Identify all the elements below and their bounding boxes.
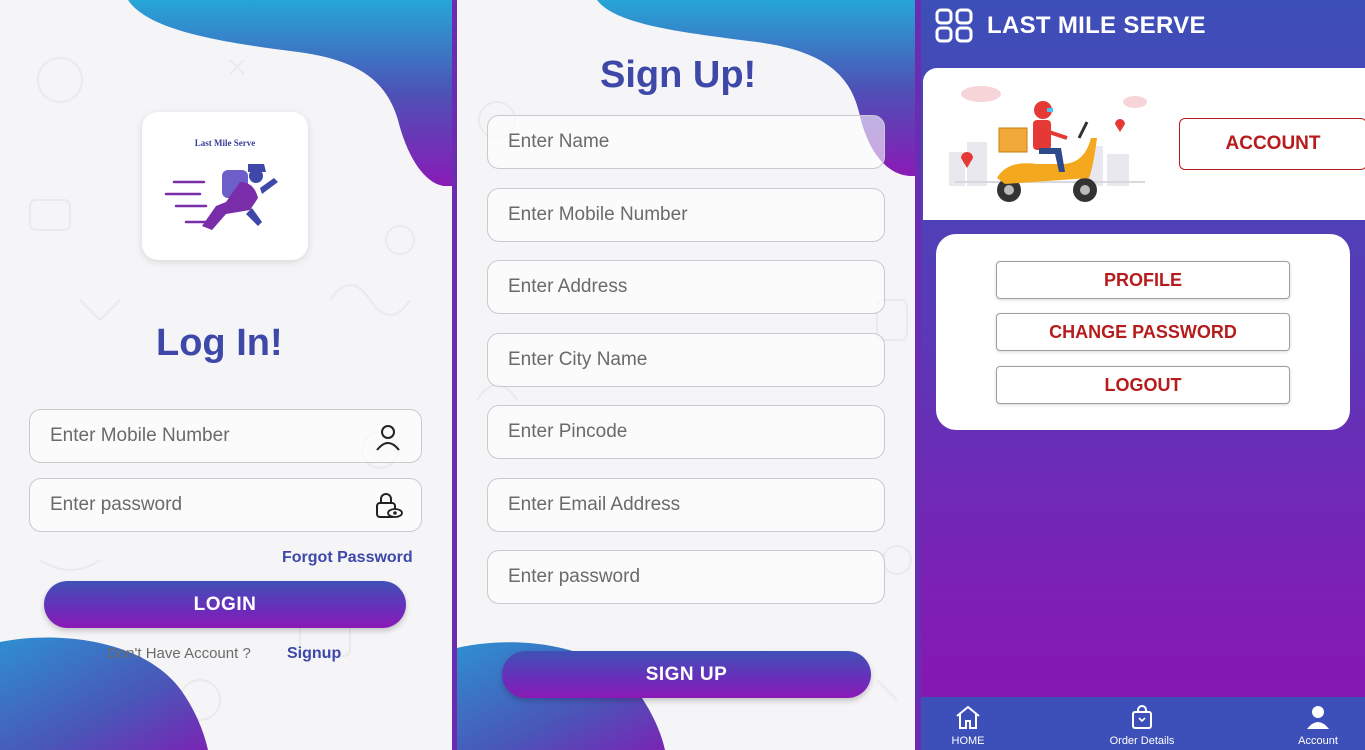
account-menu-card: PROFILE CHANGE PASSWORD LOGOUT: [936, 234, 1350, 430]
nav-order-details[interactable]: Order Details: [1097, 697, 1187, 750]
logo-text: Last Mile Serve: [194, 138, 256, 148]
mobile-number-input[interactable]: [488, 189, 884, 241]
login-title: Log In!: [156, 322, 283, 364]
app-logo: Last Mile Serve: [142, 112, 308, 260]
city-field[interactable]: [487, 333, 885, 387]
profile-button[interactable]: PROFILE: [996, 261, 1290, 299]
address-field[interactable]: [487, 260, 885, 314]
password-field[interactable]: [487, 550, 885, 604]
bottom-navigation: HOME Order Details Account: [921, 697, 1365, 750]
app-title: LAST MILE SERVE: [987, 12, 1206, 39]
signup-title: Sign Up!: [600, 54, 757, 96]
forgot-password-link[interactable]: Forgot Password: [282, 549, 413, 567]
pincode-input[interactable]: [488, 406, 884, 458]
password-input[interactable]: [30, 479, 421, 531]
signup-button[interactable]: SIGN UP: [502, 651, 871, 698]
home-icon: [956, 705, 980, 729]
change-password-button[interactable]: CHANGE PASSWORD: [996, 313, 1290, 351]
running-courier-icon: [164, 164, 278, 230]
user-icon: [376, 425, 400, 451]
nav-account[interactable]: Account: [1273, 697, 1363, 750]
login-button[interactable]: LOGIN: [44, 581, 406, 628]
city-input[interactable]: [488, 334, 884, 386]
mobile-number-input[interactable]: [30, 410, 421, 462]
account-banner: ACCOUNT: [923, 68, 1365, 220]
address-input[interactable]: [488, 261, 884, 313]
shopping-bag-icon: [1132, 705, 1152, 729]
login-screen: Last Mile Serve Log In! Forgot Password …: [0, 0, 452, 750]
no-account-text: Don't Have Account ?: [107, 645, 251, 662]
grid-menu-icon[interactable]: [935, 8, 975, 44]
nav-home[interactable]: HOME: [923, 697, 1013, 750]
nav-home-label: HOME: [951, 735, 985, 747]
name-input[interactable]: [488, 116, 884, 168]
pincode-field[interactable]: [487, 405, 885, 459]
signup-link[interactable]: Signup: [287, 645, 341, 663]
account-screen: LAST MILE SERVE ACCOUNT PROFILE CHANGE P…: [921, 0, 1365, 750]
signup-screen: Sign Up! SIGN UP: [457, 0, 915, 750]
mobile-number-field[interactable]: [487, 188, 885, 242]
delivery-scooter-illustration: [949, 86, 1147, 202]
account-tab-button[interactable]: ACCOUNT: [1179, 118, 1365, 170]
email-field[interactable]: [487, 478, 885, 532]
password-input[interactable]: [488, 551, 884, 603]
nav-order-details-label: Order Details: [1109, 735, 1175, 747]
logout-button[interactable]: LOGOUT: [996, 366, 1290, 404]
user-icon: [1307, 706, 1329, 729]
lock-eye-icon[interactable]: [373, 491, 403, 521]
name-field[interactable]: [487, 115, 885, 169]
email-input[interactable]: [488, 479, 884, 531]
password-field[interactable]: [29, 478, 422, 532]
mobile-number-field[interactable]: [29, 409, 422, 463]
nav-account-label: Account: [1298, 735, 1338, 747]
